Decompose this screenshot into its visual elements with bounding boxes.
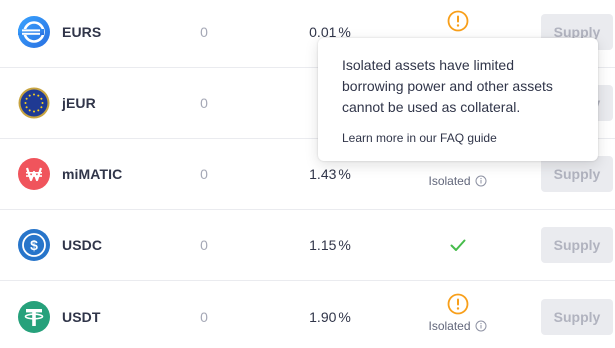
wallet-balance: 0	[200, 24, 208, 40]
collateral-status	[410, 10, 505, 32]
apy-percent-sign: %	[338, 309, 351, 325]
asset-name: miMATIC	[62, 166, 123, 182]
wallet-balance: 0	[200, 95, 208, 111]
tooltip-text: Isolated assets have limited borrowing p…	[342, 57, 553, 115]
usdc-token-icon: $	[18, 229, 50, 261]
collateral-status: Isolated	[410, 293, 505, 335]
supply-button[interactable]: Supply	[541, 156, 613, 192]
supply-button[interactable]: Supply	[541, 227, 613, 263]
collateral-status: Isolated	[410, 172, 505, 190]
info-circle-icon	[475, 320, 487, 332]
apy-value: 1.43	[309, 166, 337, 182]
svg-text:$: $	[30, 237, 38, 253]
apy-percent-sign: %	[338, 166, 351, 182]
table-row-usdt: USDT 0 1.90% Isolated Supply	[0, 281, 615, 348]
isolated-label: Isolated	[428, 174, 471, 188]
warning-circle-icon	[447, 293, 468, 315]
collateral-status	[410, 235, 505, 255]
wallet-balance: 0	[200, 309, 208, 325]
isolated-tag[interactable]: Isolated	[428, 174, 487, 188]
supply-apy: 1.90%	[300, 309, 360, 325]
wallet-balance: 0	[200, 166, 208, 182]
eurs-token-icon	[18, 16, 50, 48]
isolated-assets-tooltip: Isolated assets have limited borrowing p…	[318, 38, 598, 161]
info-circle-icon	[475, 175, 487, 187]
asset-name: EURS	[62, 24, 102, 40]
table-row-usdc: $ USDC 0 1.15% Supply	[0, 210, 615, 281]
faq-guide-link[interactable]: Learn more in our FAQ guide	[342, 131, 574, 145]
apy-value: 1.15	[309, 237, 337, 253]
supply-apy: 1.43%	[300, 166, 360, 182]
mimatic-token-icon	[18, 158, 50, 190]
isolated-label: Isolated	[428, 319, 471, 333]
jeur-token-icon	[18, 87, 50, 119]
asset-name: jEUR	[62, 95, 96, 111]
usdt-token-icon	[18, 301, 50, 333]
supply-assets-table: EURS 0 0.01% Supply jEUR 0 miMATIC 0 1.4…	[0, 0, 615, 348]
check-icon	[450, 239, 465, 251]
isolated-tag[interactable]: Isolated	[428, 319, 487, 333]
warning-circle-icon[interactable]	[447, 10, 469, 32]
apy-value: 1.90	[309, 309, 337, 325]
supply-apy: 1.15%	[300, 237, 360, 253]
supply-button[interactable]: Supply	[541, 299, 613, 335]
wallet-balance: 0	[200, 237, 208, 253]
apy-percent-sign: %	[338, 237, 351, 253]
asset-name: USDT	[62, 309, 101, 325]
asset-name: USDC	[62, 237, 103, 253]
